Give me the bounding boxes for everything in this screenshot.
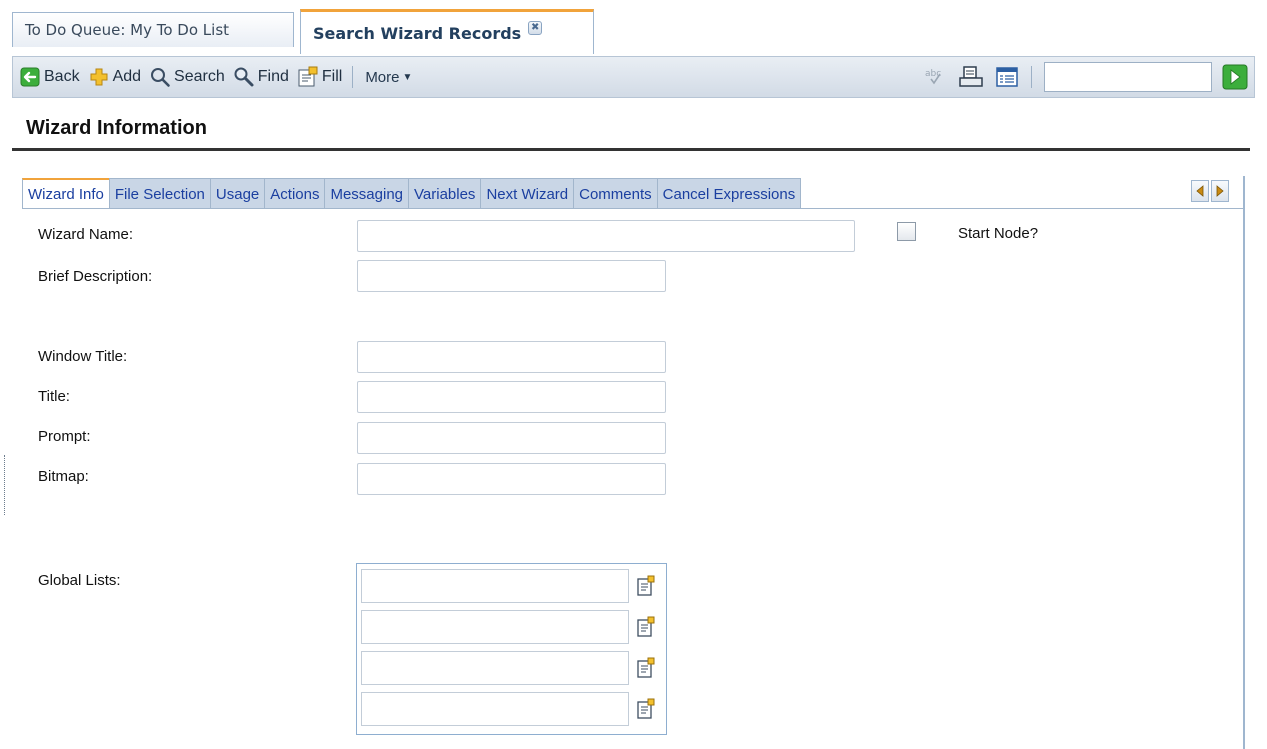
toolbar-separator-right (1031, 66, 1032, 88)
more-label: More (365, 68, 400, 86)
tab-search-wizard-records-label: Search Wizard Records (313, 23, 522, 43)
window-title-label: Window Title: (38, 348, 128, 365)
caret-down-icon: ▼ (402, 71, 413, 83)
bitmap-label: Bitmap: (38, 468, 89, 485)
toolbar-right-group: abc (917, 57, 1254, 97)
title-input[interactable] (357, 381, 666, 413)
tab-search-wizard-records[interactable]: Search Wizard Records ✖ (300, 9, 594, 54)
tab-scroll-controls (1191, 180, 1229, 202)
window-title-input[interactable] (357, 341, 666, 373)
svg-text:abc: abc (925, 69, 941, 79)
wizard-name-label: Wizard Name: (38, 226, 134, 243)
more-menu-button[interactable]: More ▼ (359, 69, 418, 86)
tab-strip-baseline (22, 208, 1245, 209)
wizard-name-input[interactable] (357, 220, 855, 252)
prompt-input[interactable] (357, 422, 666, 454)
global-list-input-3[interactable] (361, 651, 629, 685)
print-icon[interactable] (957, 63, 985, 91)
title-label: Title: (38, 388, 70, 405)
add-plus-icon (88, 66, 110, 88)
start-node-checkbox[interactable] (897, 222, 916, 241)
section-divider (12, 148, 1250, 151)
global-lists-label: Global Lists: (38, 572, 121, 589)
toolbar: Back Add Search Find Fill More ▼ abc (12, 56, 1255, 98)
tab-cancel-expressions[interactable]: Cancel Expressions (656, 178, 802, 209)
tab-to-do-queue-label: To Do Queue: My To Do List (25, 21, 230, 39)
search-button[interactable]: Search (145, 60, 229, 94)
tab-usage[interactable]: Usage (209, 178, 266, 209)
search-magnifier-icon (149, 66, 171, 88)
wizard-tab-strip: Wizard Info File Selection Usage Actions… (22, 178, 802, 209)
go-arrow-icon[interactable] (1222, 64, 1248, 90)
quick-search-input[interactable] (1044, 62, 1212, 92)
tab-variables[interactable]: Variables (408, 178, 482, 209)
global-lists-group (356, 563, 667, 735)
brief-description-input[interactable] (357, 260, 666, 292)
scroll-left-icon[interactable] (1191, 180, 1209, 202)
prompt-label: Prompt: (38, 428, 91, 445)
find-magnifier-icon (233, 66, 255, 88)
bitmap-input[interactable] (357, 463, 666, 495)
brief-description-label: Brief Description: (38, 268, 153, 285)
list-view-icon[interactable] (993, 63, 1021, 91)
lookup-icon[interactable] (632, 694, 660, 724)
panel-border-right (1243, 176, 1245, 749)
tab-comments[interactable]: Comments (573, 178, 658, 209)
back-label: Back (44, 68, 80, 85)
scroll-right-icon[interactable] (1211, 180, 1229, 202)
tab-next-wizard[interactable]: Next Wizard (480, 178, 575, 209)
splitter-handle[interactable] (4, 455, 5, 515)
back-button[interactable]: Back (15, 60, 84, 94)
close-tab-icon[interactable]: ✖ (528, 21, 543, 35)
find-label: Find (257, 68, 289, 85)
global-list-input-1[interactable] (361, 569, 629, 603)
document-tabs: To Do Queue: My To Do List Search Wizard… (0, 0, 1267, 56)
fill-label: Fill (321, 68, 343, 85)
start-node-label: Start Node? (958, 225, 1039, 242)
lookup-icon[interactable] (632, 571, 660, 601)
tab-file-selection[interactable]: File Selection (108, 178, 211, 209)
back-arrow-icon (19, 66, 41, 88)
tab-to-do-queue[interactable]: To Do Queue: My To Do List (12, 12, 294, 47)
toolbar-separator (352, 66, 354, 88)
lookup-icon[interactable] (632, 653, 660, 683)
add-button[interactable]: Add (84, 60, 145, 94)
fill-form-icon (297, 66, 319, 88)
add-label: Add (112, 68, 142, 85)
global-list-input-4[interactable] (361, 692, 629, 726)
tab-actions[interactable]: Actions (264, 178, 326, 209)
lookup-icon[interactable] (632, 612, 660, 642)
global-list-input-2[interactable] (361, 610, 629, 644)
tab-wizard-info[interactable]: Wizard Info (22, 178, 110, 209)
tab-messaging[interactable]: Messaging (324, 178, 410, 209)
search-label: Search (174, 68, 225, 85)
find-button[interactable]: Find (229, 60, 293, 94)
fill-button[interactable]: Fill (293, 60, 346, 94)
section-title: Wizard Information (26, 117, 207, 139)
spell-check-icon[interactable]: abc (921, 63, 949, 91)
